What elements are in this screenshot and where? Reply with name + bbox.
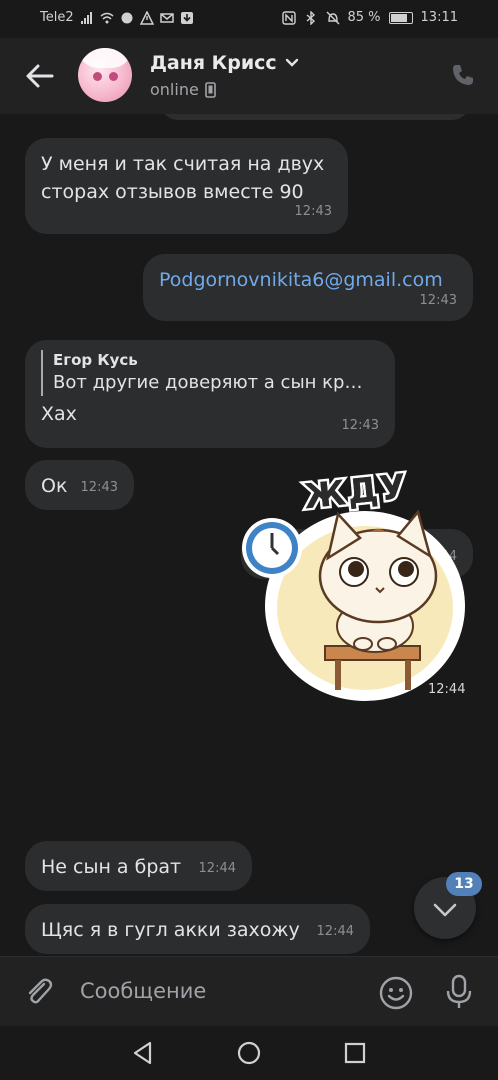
sticker-message[interactable]: ЖДУ ЖДУ — [240, 464, 470, 706]
sticker-time: 12:44 — [422, 680, 472, 699]
message-time: 12:44 — [198, 861, 236, 876]
contact-name-label: Даня Крисс — [150, 52, 277, 74]
wifi-icon — [100, 12, 114, 23]
nfc-icon — [281, 10, 296, 25]
chat-header: Даня Крисс online — [0, 38, 498, 114]
signal-icon — [80, 11, 92, 24]
message-time: 12:43 — [341, 418, 379, 433]
nav-home-icon[interactable] — [236, 1040, 262, 1066]
message-time: 12:44 — [316, 924, 354, 939]
message-bubble-incoming[interactable]: Егор Кусь Вот другие доверяют а сын кр… … — [25, 340, 395, 448]
carrier-label: Tele2 — [40, 10, 74, 25]
message-bubble-outgoing[interactable]: Podgornovnikita6@gmail.com 12:43 — [143, 254, 473, 321]
quote-author: Егор Кусь — [53, 351, 138, 369]
microphone-icon[interactable] — [444, 973, 474, 1011]
message-bubble-incoming[interactable]: У меня и так считая на двух сторах отзыв… — [25, 138, 348, 234]
unread-count-badge: 13 — [446, 872, 482, 896]
smile-icon[interactable] — [378, 975, 414, 1011]
clock: 13:11 — [420, 10, 458, 25]
system-nav-bar — [0, 1026, 498, 1080]
bluetooth-icon — [306, 10, 315, 25]
mute-icon — [326, 11, 339, 24]
battery-percent: 85 % — [347, 10, 381, 25]
message-text: Хах — [41, 403, 77, 425]
warning-icon — [139, 10, 154, 25]
quote-text: Вот другие доверяют а сын кр… — [53, 372, 363, 393]
message-text: Ок — [41, 475, 68, 497]
email-link[interactable]: Podgornovnikita6@gmail.com — [159, 266, 457, 294]
message-bubble-incoming[interactable]: Не сын а брат 12:44 — [25, 841, 252, 891]
status-bar: Tele2 85 % 13:11 — [0, 0, 498, 38]
status-bar-right: 85 % 13:11 — [281, 10, 458, 25]
mobile-icon — [205, 81, 216, 98]
paperclip-icon[interactable] — [22, 975, 56, 1009]
chevron-down-icon — [285, 58, 298, 67]
mail-icon — [159, 12, 174, 23]
message-bubble-incoming[interactable]: Щяс я в гугл акки захожу 12:44 — [25, 904, 370, 954]
message-text: Щяс я в гугл акки захожу — [41, 919, 300, 941]
battery-icon — [388, 11, 413, 24]
nav-back-icon[interactable] — [130, 1040, 156, 1066]
contact-name[interactable]: Даня Крисс — [150, 52, 299, 74]
message-bubble-incoming[interactable]: Ок 12:43 — [25, 460, 134, 510]
contact-status: online — [150, 80, 216, 99]
status-label: online — [150, 80, 199, 99]
chat-bubble-icon — [121, 12, 133, 23]
message-time: 12:43 — [419, 293, 457, 308]
message-composer: Сообщение — [0, 956, 498, 1026]
status-bar-left: Tele2 — [40, 10, 194, 25]
message-time: 12:43 — [80, 480, 118, 495]
message-text: Не сын а брат — [41, 856, 182, 878]
back-arrow-icon[interactable] — [24, 60, 56, 92]
message-bubble-partial — [160, 114, 470, 120]
reply-quote[interactable]: Егор Кусь Вот другие доверяют а сын кр… — [41, 350, 379, 396]
phone-icon[interactable] — [450, 62, 476, 88]
download-icon — [180, 11, 193, 24]
nav-recent-icon[interactable] — [342, 1040, 368, 1066]
message-time: 12:43 — [294, 204, 332, 219]
avatar[interactable] — [78, 48, 132, 102]
message-input[interactable]: Сообщение — [80, 979, 206, 1003]
